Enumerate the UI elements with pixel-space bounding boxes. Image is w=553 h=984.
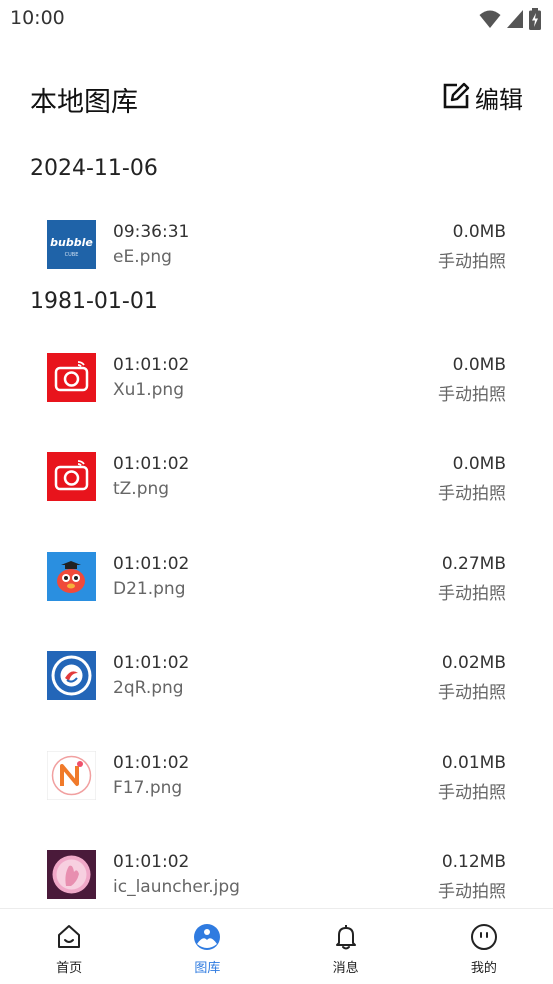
cartoon-fish-app-icon	[47, 552, 96, 601]
bubble-logo-text: bubble	[50, 236, 93, 249]
status-bar: 10:00	[0, 0, 553, 40]
nav-profile[interactable]: 我的	[415, 909, 553, 984]
photo-filename: F17.png	[113, 778, 183, 798]
nav-messages[interactable]: 消息	[277, 909, 415, 984]
photo-size: 0.0MB	[452, 222, 506, 242]
photo-time: 01:01:02	[113, 554, 190, 574]
photo-source: 手动拍照	[438, 252, 506, 272]
signal-icon	[506, 9, 524, 33]
photo-size: 0.0MB	[452, 355, 506, 375]
bubble-cube-app-icon: bubble CUBE	[47, 220, 96, 269]
photo-filename: Xu1.png	[113, 380, 184, 400]
photo-filename: D21.png	[113, 579, 186, 599]
bell-icon	[332, 923, 360, 955]
nav-label: 消息	[332, 961, 359, 976]
cube-logo-text: CUBE	[65, 252, 79, 258]
school-badge-app-icon	[47, 651, 96, 700]
date-header: 1981-01-01	[30, 289, 158, 314]
photo-row[interactable]: 01:01:02 F17.png 0.01MB 手动拍照	[0, 751, 553, 811]
photo-time: 09:36:31	[113, 222, 190, 242]
photo-time: 01:01:02	[113, 653, 190, 673]
header: 本地图库 编辑	[0, 70, 553, 126]
n-logo-app-icon	[47, 751, 96, 800]
photo-row[interactable]: 01:01:02 tZ.png 0.0MB 手动拍照	[0, 452, 553, 512]
photo-time: 01:01:02	[113, 852, 190, 872]
photo-size: 0.12MB	[441, 852, 506, 872]
photo-source: 手动拍照	[438, 584, 506, 604]
nav-label: 图库	[194, 961, 221, 976]
status-icons	[479, 8, 541, 34]
photo-row[interactable]: 01:01:02 D21.png 0.27MB 手动拍照	[0, 552, 553, 612]
photo-source: 手动拍照	[438, 683, 506, 703]
photo-filename: 2qR.png	[113, 678, 184, 698]
gallery-icon	[193, 923, 221, 955]
edit-label: 编辑	[475, 86, 523, 114]
photo-time: 01:01:02	[113, 355, 190, 375]
profile-icon	[470, 923, 498, 955]
status-time: 10:00	[10, 7, 65, 29]
photo-source: 手动拍照	[438, 783, 506, 803]
nav-label: 首页	[56, 961, 83, 976]
edit-button[interactable]: 编辑	[441, 80, 523, 115]
photo-time: 01:01:02	[113, 753, 190, 773]
red-camera-app-icon	[47, 353, 96, 402]
wifi-icon	[479, 9, 501, 33]
photo-filename: tZ.png	[113, 479, 170, 499]
photo-list[interactable]: 2024-11-06 bubble CUBE 09:36:31 eE.png 0…	[0, 150, 553, 908]
photo-row[interactable]: 01:01:02 ic_launcher.jpg 0.12MB 手动拍照	[0, 850, 553, 908]
purple-hand-app-icon	[47, 850, 96, 899]
photo-row[interactable]: bubble CUBE 09:36:31 eE.png 0.0MB 手动拍照	[0, 220, 553, 280]
photo-source: 手动拍照	[438, 882, 506, 902]
photo-size: 0.0MB	[452, 454, 506, 474]
nav-label: 我的	[470, 961, 497, 976]
photo-size: 0.27MB	[441, 554, 506, 574]
red-camera-app-icon	[47, 452, 96, 501]
photo-source: 手动拍照	[438, 385, 506, 405]
page-title: 本地图库	[30, 87, 138, 118]
home-icon	[55, 923, 83, 955]
photo-source: 手动拍照	[438, 484, 506, 504]
nav-home[interactable]: 首页	[0, 909, 138, 984]
edit-icon	[441, 81, 471, 115]
date-header: 2024-11-06	[30, 156, 158, 181]
battery-charging-icon	[529, 8, 541, 34]
photo-size: 0.02MB	[441, 653, 506, 673]
bottom-nav: 首页 图库 消息 我的	[0, 908, 553, 984]
photo-filename: ic_launcher.jpg	[113, 877, 240, 897]
photo-time: 01:01:02	[113, 454, 190, 474]
photo-row[interactable]: 01:01:02 2qR.png 0.02MB 手动拍照	[0, 651, 553, 711]
photo-filename: eE.png	[113, 247, 172, 267]
nav-gallery[interactable]: 图库	[138, 909, 276, 984]
photo-size: 0.01MB	[441, 753, 506, 773]
photo-row[interactable]: 01:01:02 Xu1.png 0.0MB 手动拍照	[0, 353, 553, 413]
